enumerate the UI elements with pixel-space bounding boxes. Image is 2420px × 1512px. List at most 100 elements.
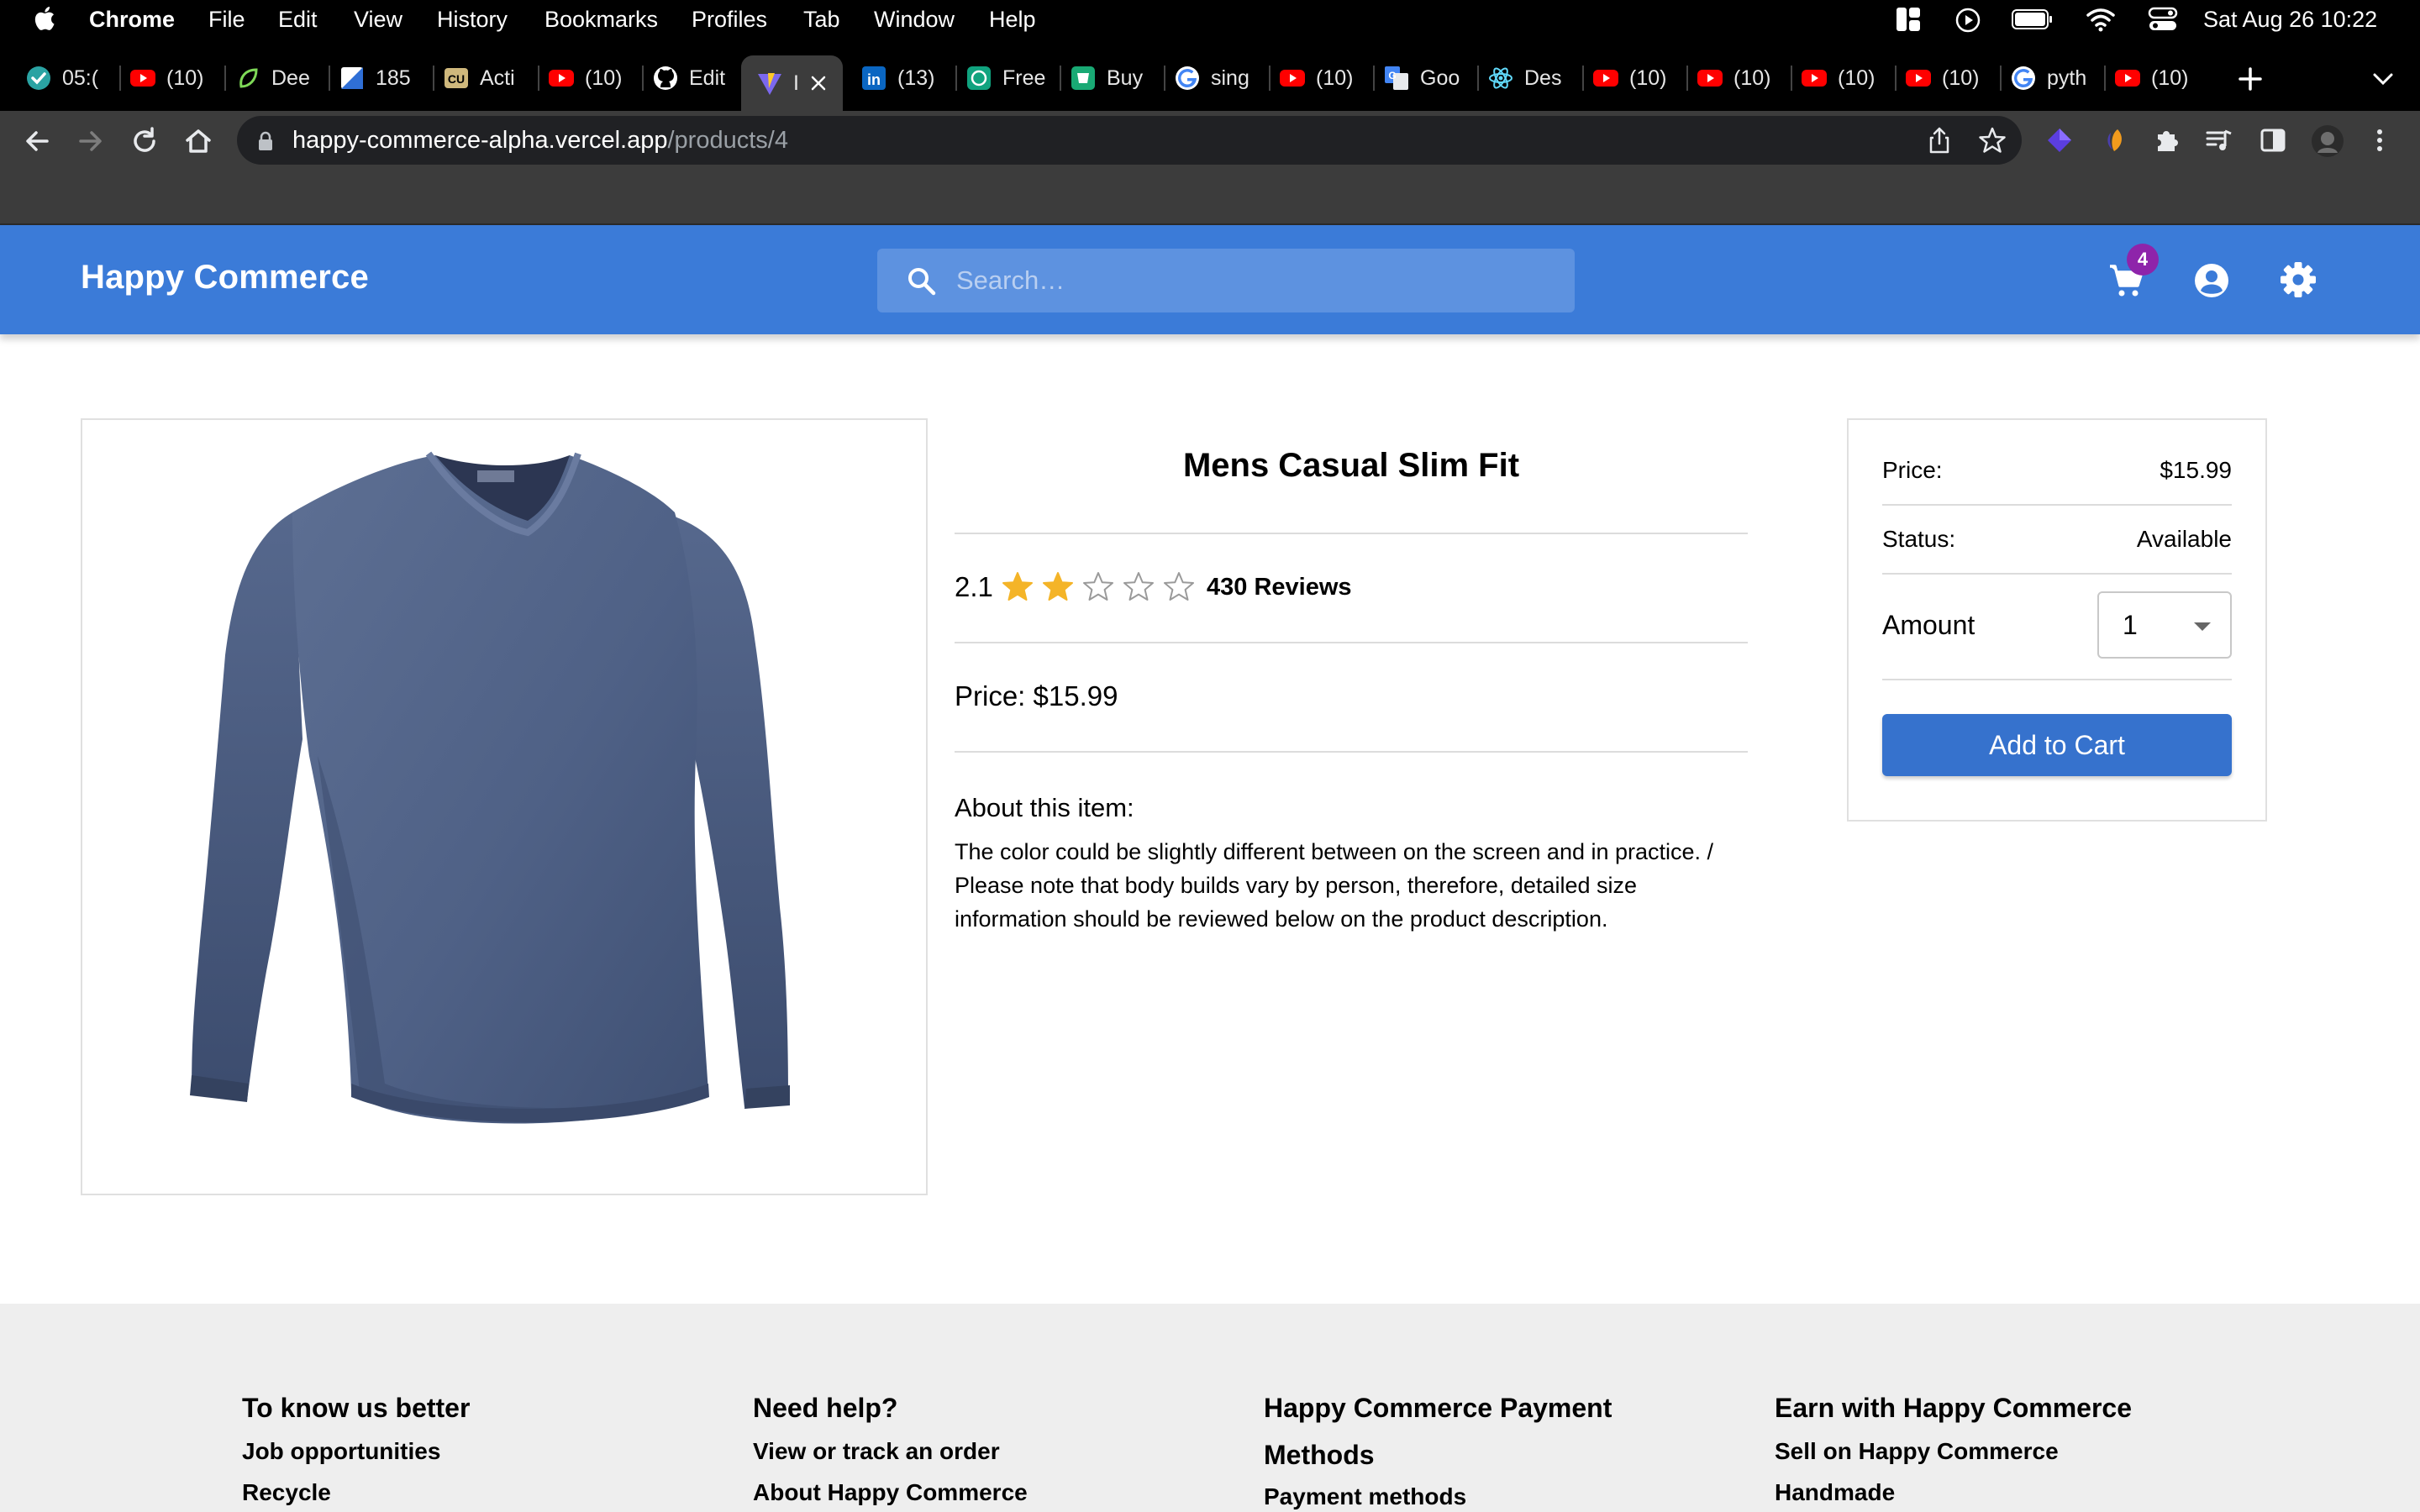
control-center-icon[interactable] <box>2148 7 2178 32</box>
bookmark-star-icon[interactable] <box>1978 126 2007 155</box>
extension-purple-icon[interactable] <box>2045 126 2074 155</box>
menu-tab[interactable]: Tab <box>803 6 840 33</box>
footer-link[interactable]: Payment methods <box>1264 1483 1466 1510</box>
tab-close-icon[interactable] <box>809 74 828 92</box>
lock-icon[interactable] <box>257 131 274 151</box>
browser-tab[interactable]: (10) <box>1801 55 1875 101</box>
doc-icon <box>339 65 366 92</box>
price-value: $15.99 <box>2160 457 2232 483</box>
tab-separator <box>1060 66 1061 91</box>
youtube-icon <box>1697 65 1723 92</box>
product-image-frame[interactable] <box>81 418 928 1195</box>
cart-count-badge: 4 <box>2127 244 2159 276</box>
url-text[interactable]: happy-commerce-alpha.vercel.app/products… <box>292 127 788 155</box>
new-tab-button[interactable] <box>2237 66 2264 92</box>
profile-avatar-icon[interactable] <box>2311 124 2344 158</box>
battery-icon[interactable] <box>2012 8 2054 30</box>
menu-window[interactable]: Window <box>874 6 955 33</box>
reload-icon[interactable] <box>129 126 160 156</box>
home-icon[interactable] <box>183 126 213 156</box>
browser-tab[interactable]: pyth <box>2010 55 2086 101</box>
wifi-icon[interactable] <box>2086 7 2116 32</box>
browser-tab[interactable]: Edit <box>652 55 725 101</box>
footer-heading: To know us better <box>242 1393 471 1423</box>
tab-title: I <box>793 71 799 95</box>
menu-app-name[interactable]: Chrome <box>89 6 175 33</box>
browser-tab[interactable]: sing <box>1174 55 1249 101</box>
browser-tab[interactable]: Dee <box>234 55 310 101</box>
footer-link[interactable]: View or track an order <box>753 1438 1000 1465</box>
dropdown-arrow-icon <box>2194 622 2211 631</box>
menu-file[interactable]: File <box>208 6 245 33</box>
browser-tab[interactable]: G Goo <box>1383 55 1460 101</box>
browser-tab[interactable]: Free <box>965 55 1045 101</box>
share-icon[interactable] <box>1926 126 1953 155</box>
settings-gear-icon[interactable] <box>2279 260 2317 299</box>
svg-text:G: G <box>1388 70 1396 81</box>
tab-separator <box>955 66 957 91</box>
browser-tab[interactable]: I <box>741 55 843 111</box>
brand-logo[interactable]: Happy Commerce <box>81 259 369 297</box>
browser-tab[interactable]: 185 <box>339 55 411 101</box>
footer-link[interactable]: Sell on Happy Commerce <box>1775 1438 2059 1465</box>
tab-separator <box>433 66 434 91</box>
play-circle-icon[interactable] <box>1954 7 1981 34</box>
browser-tab[interactable]: CU Acti <box>443 55 515 101</box>
back-arrow-icon[interactable] <box>22 126 52 156</box>
star-empty-icon <box>1164 572 1194 601</box>
menu-view[interactable]: View <box>354 6 402 33</box>
url-path: /products/4 <box>667 127 788 154</box>
apple-icon[interactable] <box>32 4 55 33</box>
widget-icon[interactable] <box>1896 7 1921 32</box>
tab-title: (10) <box>1316 66 1354 90</box>
browser-tab[interactable]: Des <box>1487 55 1561 101</box>
extension-orange-icon[interactable] <box>2101 126 2129 155</box>
footer-link[interactable]: About Happy Commerce <box>753 1479 1028 1506</box>
menu-bookmarks[interactable]: Bookmarks <box>544 6 658 33</box>
menu-edit[interactable]: Edit <box>278 6 318 33</box>
footer-heading: Earn with Happy Commerce <box>1775 1393 2132 1423</box>
tab-separator <box>1477 66 1479 91</box>
tab-search-chevron-icon[interactable] <box>2371 71 2395 87</box>
menu-profiles[interactable]: Profiles <box>692 6 767 33</box>
product-image-shirt <box>190 451 790 1124</box>
product-title: Mens Casual Slim Fit <box>1182 447 1520 484</box>
browser-tab[interactable]: (10) <box>1905 55 1979 101</box>
footer-link[interactable]: Job opportunities <box>242 1438 440 1465</box>
youtube-icon <box>548 65 575 92</box>
chrome-menu-icon[interactable] <box>2371 126 2388 155</box>
add-to-cart-button[interactable]: Add to Cart <box>1882 714 2232 776</box>
amount-select[interactable]: 1 <box>2097 591 2232 659</box>
forward-arrow-icon[interactable] <box>76 126 106 156</box>
tab-title: (10) <box>1838 66 1876 90</box>
star-filled-icon <box>1002 572 1033 601</box>
youtube-icon <box>1592 65 1619 92</box>
browser-tab[interactable]: Buy <box>1070 55 1143 101</box>
media-queue-icon[interactable] <box>2205 126 2233 155</box>
side-panel-icon[interactable] <box>2259 126 2287 155</box>
tab-title: Acti <box>480 66 515 90</box>
browser-tab[interactable]: (10) <box>548 55 622 101</box>
footer-link[interactable]: Handmade <box>1775 1479 1895 1506</box>
browser-tab[interactable]: (10) <box>2114 55 2188 101</box>
macos-menu-bar: Chrome File Edit View History Bookmarks … <box>0 0 2420 39</box>
browser-tab[interactable]: 05:( <box>25 55 98 101</box>
search-input[interactable] <box>956 249 1544 312</box>
reviews-count[interactable]: 430 Reviews <box>1207 574 1352 601</box>
clock[interactable]: Sat Aug 26 10:22 <box>2203 6 2377 33</box>
youtube-icon <box>1801 65 1828 92</box>
search-box[interactable] <box>877 249 1575 312</box>
browser-tab[interactable]: (10) <box>129 55 203 101</box>
footer-link[interactable]: Recycle <box>242 1479 331 1506</box>
tab-separator <box>642 66 644 91</box>
menu-help[interactable]: Help <box>989 6 1036 33</box>
divider <box>1882 573 2232 575</box>
menu-history[interactable]: History <box>437 6 508 33</box>
account-icon[interactable] <box>2193 262 2230 299</box>
browser-tab[interactable]: in (13) <box>860 55 934 101</box>
extensions-puzzle-icon[interactable] <box>2153 126 2181 155</box>
tab-title: 05:( <box>62 66 99 90</box>
browser-tab[interactable]: (10) <box>1279 55 1353 101</box>
browser-tab[interactable]: (10) <box>1697 55 1770 101</box>
browser-tab[interactable]: (10) <box>1592 55 1666 101</box>
